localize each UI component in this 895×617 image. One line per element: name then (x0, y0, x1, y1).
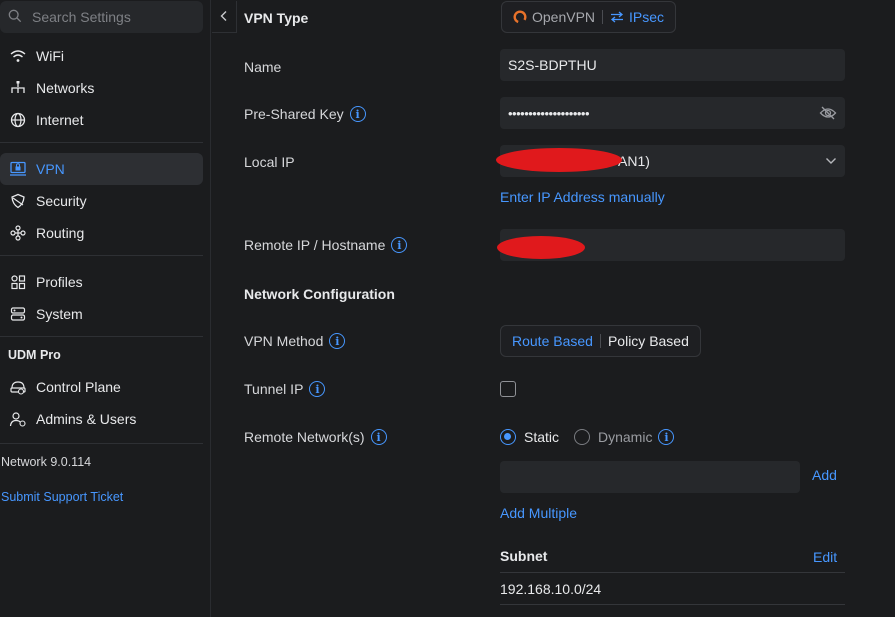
info-icon[interactable]: i (349, 106, 366, 122)
sidebar-item-label: Profiles (36, 274, 83, 290)
shield-icon (9, 192, 27, 210)
sidebar-item-label: Security (36, 193, 87, 209)
sidebar-item-label: VPN (36, 161, 65, 177)
sidebar-item-label: System (36, 306, 83, 322)
remote-network-input[interactable] (500, 461, 800, 493)
name-value: S2S-BDPTHU (508, 57, 597, 73)
table-divider (500, 572, 845, 573)
vpn-type-label: VPN Type (244, 10, 309, 26)
sidebar-item-admins-users[interactable]: Admins & Users (0, 403, 203, 435)
sidebar-item-profiles[interactable]: Profiles (0, 266, 203, 298)
wifi-icon (9, 47, 27, 65)
sidebar-divider (0, 443, 203, 444)
dynamic-radio-label: Dynamic i (598, 429, 675, 445)
info-icon[interactable]: i (309, 381, 326, 397)
info-icon[interactable]: i (329, 333, 346, 349)
eye-slash-icon[interactable] (819, 106, 837, 120)
dynamic-radio[interactable] (574, 429, 590, 445)
tunnel-ip-checkbox[interactable] (500, 381, 516, 397)
pre-shared-key-value: •••••••••••••••••••• (508, 105, 590, 121)
add-subnet-button[interactable]: Add (812, 467, 837, 483)
info-icon[interactable]: i (370, 429, 387, 445)
sidebar-divider (0, 255, 203, 256)
static-radio-label: Static (524, 429, 560, 445)
sidebar-item-system[interactable]: System (0, 298, 203, 330)
enter-ip-manually-link[interactable]: Enter IP Address manually (500, 189, 665, 205)
vpn-method-policy-based[interactable]: Policy Based (601, 333, 696, 349)
sidebar-item-label: WiFi (36, 48, 64, 64)
ipsec-arrows-icon (610, 11, 624, 23)
network-configuration-heading: Network Configuration (244, 286, 395, 302)
vpn-method-label: VPN Method i (244, 333, 346, 349)
info-icon[interactable]: i (658, 429, 675, 445)
search-settings-input[interactable] (32, 9, 192, 25)
sidebar-item-internet[interactable]: Internet (0, 104, 203, 136)
admin-users-icon (9, 410, 27, 428)
redacted-local-ip (496, 148, 622, 172)
sidebar-item-label: Internet (36, 112, 84, 128)
submit-support-ticket-link[interactable]: Submit Support Ticket (1, 490, 123, 504)
edit-subnets-button[interactable]: Edit (813, 549, 837, 565)
device-section-title: UDM Pro (8, 348, 61, 362)
add-multiple-link[interactable]: Add Multiple (500, 505, 577, 521)
sidebar-item-control-plane[interactable]: Control Plane (0, 371, 203, 403)
tunnel-ip-label-text: Tunnel IP (244, 381, 304, 397)
routing-icon (9, 224, 27, 242)
pre-shared-key-input[interactable]: •••••••••••••••••••• (500, 97, 845, 129)
sidebar-divider (0, 336, 203, 337)
vpn-lock-icon (9, 160, 27, 178)
pre-shared-key-label-text: Pre-Shared Key (244, 106, 344, 122)
vpn-type-ipsec[interactable]: IPsec (603, 9, 671, 25)
sidebar-item-networks[interactable]: Networks (0, 72, 203, 104)
network-version: Network 9.0.114 (1, 455, 92, 469)
chevron-left-icon (219, 9, 229, 25)
sidebar-item-routing[interactable]: Routing (0, 217, 203, 249)
sidebar-item-security[interactable]: Security (0, 185, 203, 217)
vpn-type-toggle[interactable]: OpenVPN IPsec (501, 1, 677, 33)
sidebar-item-wifi[interactable]: WiFi (0, 40, 203, 72)
globe-icon (9, 111, 27, 129)
system-server-icon (9, 305, 27, 323)
pre-shared-key-label: Pre-Shared Key i (244, 106, 366, 122)
static-radio[interactable] (500, 429, 516, 445)
remote-ip-label-text: Remote IP / Hostname (244, 237, 386, 253)
profiles-grid-icon (9, 273, 27, 291)
sidebar-item-vpn[interactable]: VPN (0, 153, 203, 185)
remote-networks-label-text: Remote Network(s) (244, 429, 365, 445)
name-input[interactable]: S2S-BDPTHU (500, 49, 845, 81)
vpn-method-label-text: VPN Method (244, 333, 324, 349)
info-icon[interactable]: i (391, 237, 408, 253)
search-settings-box[interactable] (0, 1, 203, 33)
local-ip-value: AN1) (618, 153, 650, 169)
vpn-method-toggle[interactable]: Route Based Policy Based (500, 325, 701, 357)
subnet-row: 192.168.10.0/24 (500, 581, 602, 597)
settings-sidebar: WiFi Networks Internet VPN Security Rout… (0, 0, 211, 617)
sidebar-item-label: Control Plane (36, 379, 121, 395)
local-ip-label: Local IP (244, 154, 295, 170)
search-icon (8, 9, 22, 26)
name-label: Name (244, 59, 282, 75)
vpn-method-route-based[interactable]: Route Based (505, 333, 600, 349)
sidebar-item-label: Routing (36, 225, 85, 241)
network-tree-icon (9, 79, 27, 97)
sidebar-divider (0, 142, 203, 143)
control-plane-icon (9, 378, 27, 396)
vpn-type-openvpn[interactable]: OpenVPN (506, 9, 602, 25)
subnet-column-header: Subnet (500, 548, 548, 564)
collapse-sidebar-button[interactable] (212, 1, 237, 33)
chevron-down-icon (825, 157, 837, 165)
openvpn-icon (513, 10, 527, 24)
remote-networks-label: Remote Network(s) i (244, 429, 387, 445)
table-divider (500, 604, 845, 605)
redacted-remote-ip (497, 236, 585, 259)
sidebar-item-label: Admins & Users (36, 411, 137, 427)
tunnel-ip-label: Tunnel IP i (244, 381, 326, 397)
sidebar-item-label: Networks (36, 80, 95, 96)
remote-ip-label: Remote IP / Hostname i (244, 237, 408, 253)
